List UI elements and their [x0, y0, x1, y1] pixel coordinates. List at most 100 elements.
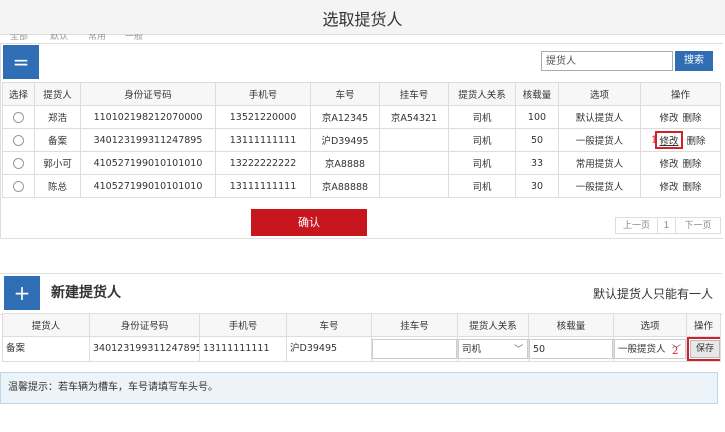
cell-id: 340123199311247895 [80, 128, 216, 152]
form-header-load: 核载量 [528, 313, 614, 337]
cell-trailer [379, 128, 449, 152]
cell-id: 410527199010101010 [80, 174, 216, 198]
consignee-table: 选择 提货人 身份证号码 手机号 车号 挂车号 提货人关系 核载量 选项 操作 … [2, 82, 721, 198]
cell-trailer [379, 151, 449, 175]
table-row: 郑浩 110102198212070000 13521220000 京A1234… [2, 105, 721, 129]
form-header-car: 车号 [286, 313, 372, 337]
row-radio[interactable] [13, 157, 24, 169]
filter-option-normal[interactable]: 一般 [125, 34, 143, 42]
row-radio[interactable] [13, 111, 24, 123]
filter-option-default[interactable]: 默认 [50, 34, 68, 42]
relation-select[interactable]: 司机 ﹀ [458, 339, 528, 359]
table-row: 备案 340123199311247895 13111111111 沪D3949… [2, 128, 721, 152]
add-icon[interactable]: + [4, 276, 40, 310]
new-consignee-form: 提货人 身份证号码 手机号 车号 挂车号 提货人关系 核载量 选项 操作 备案 … [2, 313, 721, 362]
name-field[interactable]: 备案 [3, 339, 89, 359]
next-page-button[interactable]: 下一页 [676, 217, 721, 234]
form-header-option: 选项 [613, 313, 687, 337]
col-header-trailer: 挂车号 [379, 82, 449, 106]
cell-option: 一般提货人 [558, 128, 641, 152]
delete-link[interactable]: 删除 [683, 113, 702, 124]
prev-page-button[interactable]: 上一页 [615, 217, 658, 234]
cell-car: 京A88888 [310, 174, 380, 198]
confirm-button[interactable]: 确认 [251, 209, 367, 236]
annotation-number-1: 1 [651, 135, 658, 146]
id-number-field[interactable]: 340123199311247895 [90, 339, 199, 359]
search-button[interactable]: 搜索 [675, 51, 713, 71]
cell-name: 备案 [34, 128, 81, 152]
cell-id: 110102198212070000 [80, 105, 216, 129]
cell-phone: 13111111111 [215, 128, 311, 152]
cell-relation: 司机 [448, 128, 516, 152]
form-header-action: 操作 [686, 313, 721, 337]
row-radio[interactable] [13, 134, 24, 146]
cell-option: 默认提货人 [558, 105, 641, 129]
table-row: 郭小可 410527199010101010 13222222222 京A888… [2, 151, 721, 175]
form-header-id: 身份证号码 [89, 313, 200, 337]
cell-load: 100 [515, 105, 559, 129]
form-header-name: 提货人 [2, 313, 90, 337]
delete-link[interactable]: 删除 [683, 159, 702, 170]
default-notice: 默认提货人只能有一人 [593, 287, 714, 301]
chevron-down-icon: ﹀ [513, 345, 523, 355]
col-header-action: 操作 [640, 82, 721, 106]
option-select-value: 一般提货人 [618, 344, 666, 355]
col-header-option: 选项 [558, 82, 641, 106]
cell-car: 京A12345 [310, 105, 380, 129]
car-number-field[interactable]: 沪D39495 [287, 339, 371, 359]
cell-load: 33 [515, 151, 559, 175]
cell-name: 郑浩 [34, 105, 81, 129]
delete-link[interactable]: 删除 [687, 136, 706, 147]
save-button[interactable]: 保存 [690, 340, 720, 358]
cell-load: 30 [515, 174, 559, 198]
cell-load: 50 [515, 128, 559, 152]
table-row: 陈总 410527199010101010 13111111111 京A8888… [2, 174, 721, 198]
edit-link[interactable]: 修改 [659, 113, 678, 124]
col-header-load: 核载量 [515, 82, 559, 106]
col-header-phone: 手机号 [215, 82, 311, 106]
col-header-relation: 提货人关系 [448, 82, 516, 106]
filter-option-all[interactable]: 全部 [10, 34, 28, 42]
filter-option-frequent[interactable]: 常用 [88, 34, 106, 42]
title-bar: 选取提货人 [0, 0, 725, 35]
col-header-name: 提货人 [34, 82, 81, 106]
collapse-icon[interactable]: = [3, 45, 39, 79]
relation-select-value: 司机 [462, 344, 482, 355]
cell-name: 陈总 [34, 174, 81, 198]
trailer-field[interactable] [372, 339, 457, 359]
table-header-row: 选择 提货人 身份证号码 手机号 车号 挂车号 提货人关系 核载量 选项 操作 [2, 82, 721, 106]
cell-option: 一般提货人 [558, 174, 641, 198]
cell-car: 沪D39495 [310, 128, 380, 152]
save-highlight: 保存 [687, 337, 720, 361]
form-header-row: 提货人 身份证号码 手机号 车号 挂车号 提货人关系 核载量 选项 操作 [2, 313, 721, 337]
cell-trailer [379, 174, 449, 198]
page-title: 选取提货人 [322, 10, 403, 29]
cell-phone: 13521220000 [215, 105, 311, 129]
row-radio[interactable] [13, 180, 24, 192]
form-header-relation: 提货人关系 [457, 313, 529, 337]
edit-link[interactable]: 修改 [655, 131, 683, 149]
col-header-car: 车号 [310, 82, 380, 106]
cell-car: 京A8888 [310, 151, 380, 175]
delete-link[interactable]: 删除 [683, 182, 702, 193]
edit-link[interactable]: 修改 [659, 182, 678, 193]
cell-name: 郭小可 [34, 151, 81, 175]
col-header-select: 选择 [2, 82, 35, 106]
page-number-button[interactable]: 1 [658, 217, 676, 234]
form-header-phone: 手机号 [199, 313, 287, 337]
cell-id: 410527199010101010 [80, 151, 216, 175]
col-header-id: 身份证号码 [80, 82, 216, 106]
edit-link[interactable]: 修改 [659, 159, 678, 170]
form-row: 备案 340123199311247895 13111111111 沪D3949… [2, 336, 721, 362]
form-header-trailer: 挂车号 [371, 313, 458, 337]
search-input[interactable]: 提货人 [541, 51, 673, 71]
cell-phone: 13111111111 [215, 174, 311, 198]
cell-phone: 13222222222 [215, 151, 311, 175]
load-field[interactable]: 50 [529, 339, 613, 359]
cell-trailer: 京A54321 [379, 105, 449, 129]
section-title: 新建提货人 [51, 285, 121, 301]
phone-field[interactable]: 13111111111 [200, 339, 286, 359]
tip-box: 温馨提示：若车辆为槽车，车号请填写车头号。 [0, 372, 718, 404]
filter-strip: 全部 默认 常用 一般 [0, 34, 725, 43]
cell-relation: 司机 [448, 174, 516, 198]
